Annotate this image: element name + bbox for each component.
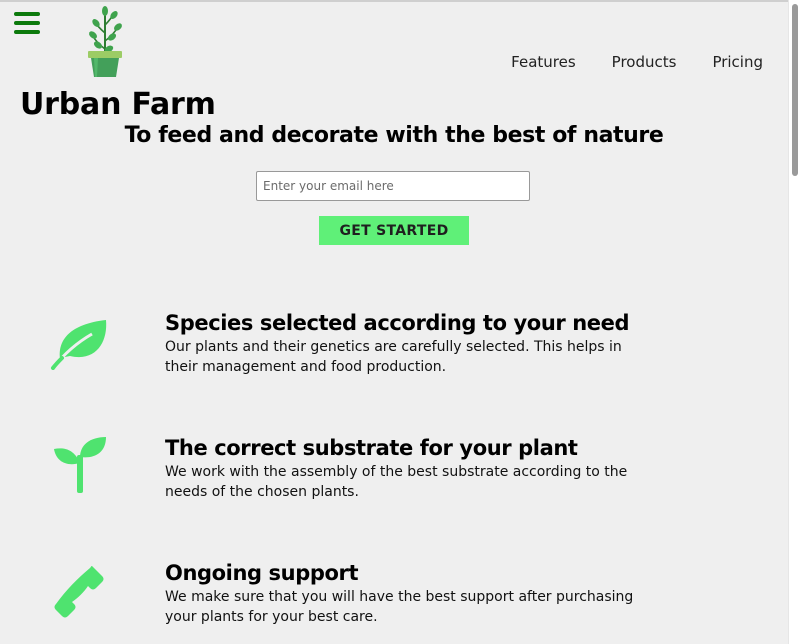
feature-title: Ongoing support: [165, 561, 359, 585]
feature-item: The correct substrate for your plant We …: [0, 435, 788, 535]
phone-icon: [54, 566, 104, 618]
feature-item: Ongoing support We make sure that you wi…: [0, 560, 788, 644]
top-border: [0, 0, 801, 2]
nav-link-features[interactable]: Features: [511, 52, 576, 72]
top-nav: Features Products Pricing: [475, 52, 763, 72]
hero-tagline: To feed and decorate with the best of na…: [124, 123, 664, 148]
nav-link-pricing[interactable]: Pricing: [712, 52, 763, 72]
feature-title: The correct substrate for your plant: [165, 436, 578, 460]
scrollbar-thumb[interactable]: [792, 4, 798, 176]
nav-link-products[interactable]: Products: [612, 52, 677, 72]
page-scrollbar[interactable]: [788, 0, 801, 644]
get-started-button[interactable]: GET STARTED: [319, 216, 469, 245]
landing-page: Features Products Pricing Urban Farm To …: [0, 0, 801, 644]
feature-text: Our plants and their genetics are carefu…: [165, 339, 622, 375]
email-input[interactable]: [256, 171, 530, 201]
feature-item: Species selected according to your need …: [0, 310, 788, 410]
seedling-icon: [54, 437, 106, 493]
hamburger-menu-icon[interactable]: [14, 12, 40, 36]
feature-title: Species selected according to your need: [165, 311, 630, 335]
leaf-icon: [51, 320, 107, 370]
plant-pot-logo: [88, 6, 122, 77]
feature-text: We make sure that you will have the best…: [165, 589, 634, 625]
feature-text: We work with the assembly of the best su…: [165, 464, 628, 500]
